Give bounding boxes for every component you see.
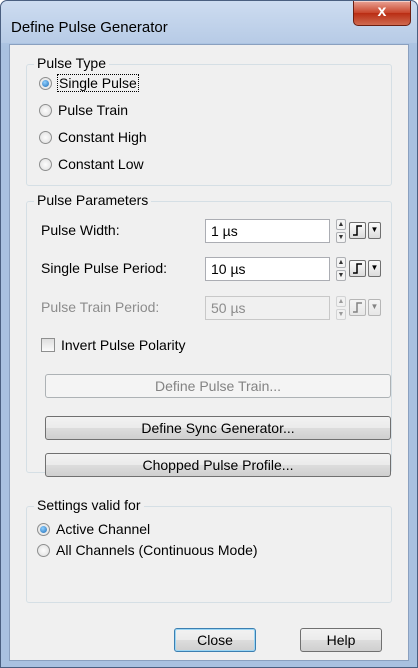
- title-bar[interactable]: Define Pulse Generator x: [1, 1, 417, 43]
- window-title: Define Pulse Generator: [11, 19, 168, 36]
- chevron-down-icon: ▼: [370, 302, 379, 311]
- define-pulse-train-button: Define Pulse Train...: [45, 374, 391, 398]
- radio-indicator[interactable]: [37, 543, 50, 557]
- single-period-edge-button[interactable]: [349, 260, 366, 277]
- help-button[interactable]: Help: [300, 628, 382, 652]
- invert-polarity-checkbox[interactable]: Invert Pulse Polarity: [41, 335, 186, 355]
- pulse-parameters-group: Pulse Parameters Pulse Width: 1 µs ▲ ▼ ▼…: [26, 192, 392, 477]
- radio-constant-high[interactable]: Constant High: [39, 127, 147, 147]
- single-pulse-period-label: Single Pulse Period:: [41, 260, 168, 276]
- radio-label: Single Pulse: [57, 74, 139, 92]
- train-period-dropdown-button: ▼: [368, 299, 381, 316]
- settings-valid-for-group: Settings valid for Active Channel All Ch…: [26, 497, 392, 603]
- radio-indicator[interactable]: [39, 130, 52, 144]
- pulse-width-edge-button[interactable]: [349, 222, 366, 239]
- chevron-down-icon: ▼: [370, 225, 379, 234]
- radio-label: Constant High: [58, 129, 147, 145]
- pulse-edge-icon: [353, 302, 362, 313]
- close-icon: x: [377, 3, 387, 20]
- checkbox-box[interactable]: [41, 338, 55, 352]
- settings-valid-for-group-title: Settings valid for: [34, 497, 144, 513]
- spin-down-icon[interactable]: ▼: [336, 232, 346, 243]
- define-sync-generator-button[interactable]: Define Sync Generator...: [45, 416, 391, 440]
- spin-down-icon[interactable]: ▼: [336, 270, 346, 281]
- radio-indicator[interactable]: [39, 103, 52, 117]
- spin-down-icon: ▼: [336, 309, 346, 320]
- dialog-client-area: Pulse Type Single Pulse Pulse Train Cons…: [9, 44, 409, 661]
- pulse-train-period-spinner: ▲ ▼: [336, 296, 346, 320]
- chevron-down-icon: ▼: [370, 263, 379, 272]
- spin-up-icon[interactable]: ▲: [336, 257, 346, 268]
- radio-pulse-train[interactable]: Pulse Train: [39, 100, 128, 120]
- pulse-width-dropdown-button[interactable]: ▼: [368, 222, 381, 239]
- close-button[interactable]: Close: [174, 628, 256, 652]
- dialog-window: Define Pulse Generator x Pulse Type Sing…: [0, 0, 418, 668]
- pulse-train-period-label: Pulse Train Period:: [41, 299, 160, 315]
- radio-constant-low[interactable]: Constant Low: [39, 154, 144, 174]
- pulse-edge-icon: [353, 263, 362, 274]
- single-pulse-period-spinner[interactable]: ▲ ▼: [336, 257, 346, 281]
- pulse-width-input[interactable]: 1 µs: [205, 219, 330, 243]
- window-close-button[interactable]: x: [353, 1, 411, 26]
- single-pulse-period-input[interactable]: 10 µs: [205, 257, 330, 281]
- radio-indicator[interactable]: [37, 522, 50, 536]
- chopped-pulse-profile-button[interactable]: Chopped Pulse Profile...: [45, 453, 391, 477]
- pulse-edge-icon: [353, 225, 362, 236]
- spin-up-icon: ▲: [336, 296, 346, 307]
- checkbox-label: Invert Pulse Polarity: [61, 337, 186, 353]
- radio-label: Constant Low: [58, 156, 144, 172]
- radio-single-pulse[interactable]: Single Pulse: [39, 73, 139, 93]
- radio-all-channels[interactable]: All Channels (Continuous Mode): [37, 540, 258, 560]
- train-period-edge-button: [349, 299, 366, 316]
- spin-up-icon[interactable]: ▲: [336, 219, 346, 230]
- pulse-width-spinner[interactable]: ▲ ▼: [336, 219, 346, 243]
- pulse-width-label: Pulse Width:: [41, 222, 120, 238]
- radio-label: Active Channel: [56, 521, 151, 537]
- radio-indicator[interactable]: [39, 157, 52, 171]
- radio-indicator[interactable]: [39, 76, 52, 90]
- single-period-dropdown-button[interactable]: ▼: [368, 260, 381, 277]
- pulse-train-period-input: 50 µs: [205, 296, 330, 320]
- pulse-type-group: Pulse Type Single Pulse Pulse Train Cons…: [26, 55, 392, 186]
- pulse-type-group-title: Pulse Type: [34, 55, 110, 71]
- radio-label: All Channels (Continuous Mode): [56, 542, 258, 558]
- pulse-parameters-group-title: Pulse Parameters: [34, 192, 152, 208]
- radio-active-channel[interactable]: Active Channel: [37, 519, 150, 539]
- radio-label: Pulse Train: [58, 102, 129, 118]
